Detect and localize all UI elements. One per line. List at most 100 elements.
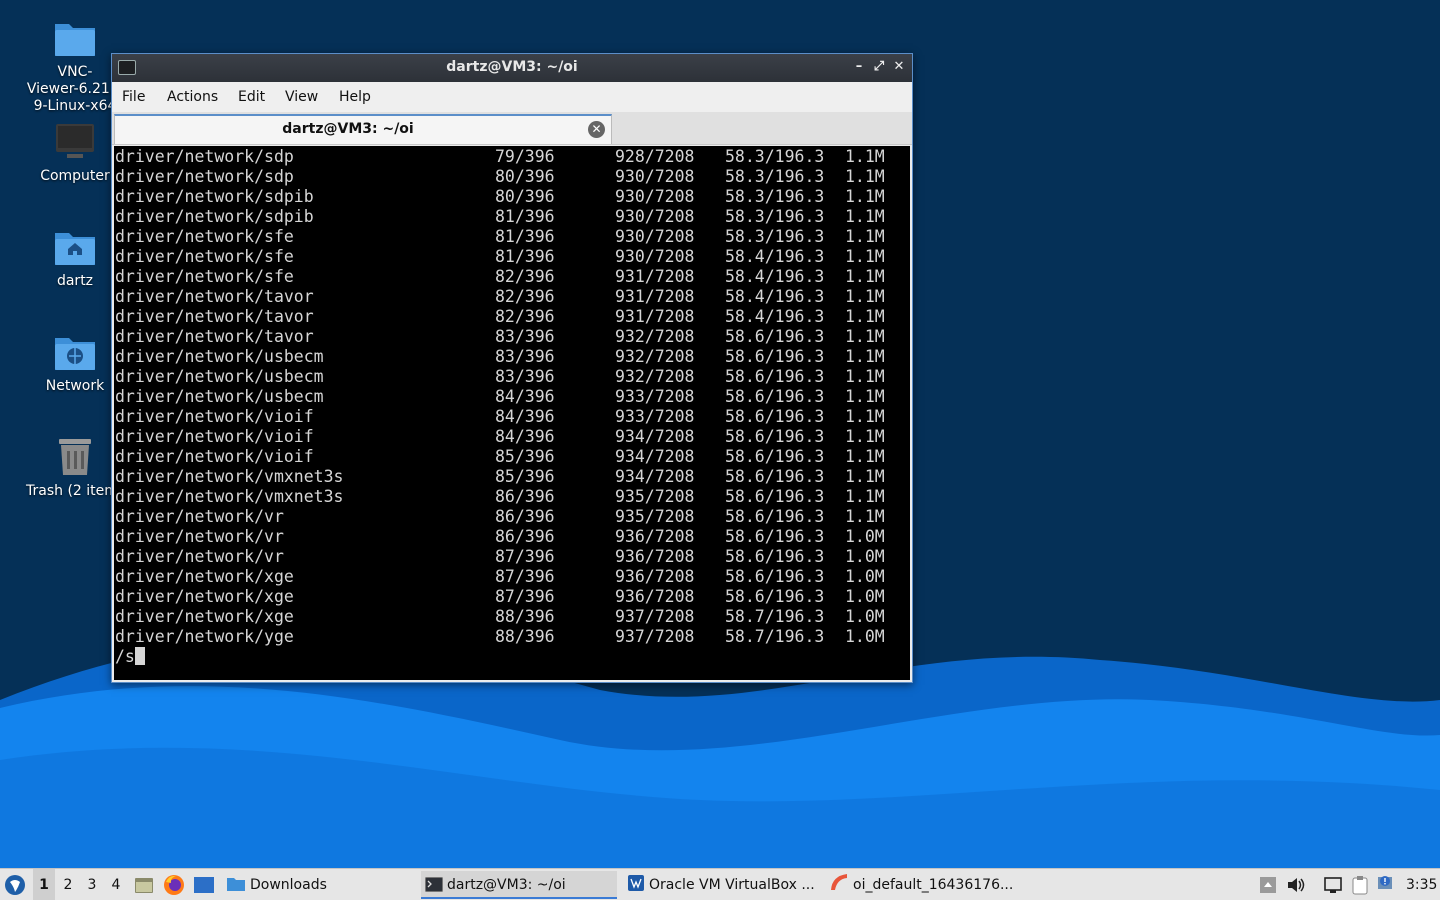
row-size: 58.6/196.3: [725, 347, 825, 366]
maximize-button[interactable]: ⤢: [870, 58, 888, 76]
task-label: Oracle VM VirtualBox ...: [649, 877, 815, 893]
row-progress: 84/396: [495, 427, 555, 446]
row-path: driver/network/yge: [115, 627, 294, 646]
tab-terminal[interactable]: dartz@VM3: ~/oi ✕: [114, 114, 612, 144]
row-path: driver/network/tavor: [115, 307, 314, 326]
row-path: driver/network/usbecm: [115, 387, 324, 406]
task-terminal[interactable]: dartz@VM3: ~/oi: [421, 871, 617, 899]
tab-close-icon[interactable]: ✕: [588, 121, 605, 138]
row-progress: 84/396: [495, 387, 555, 406]
app-menu-icon[interactable]: [4, 874, 26, 896]
row-progress: 82/396: [495, 307, 555, 326]
row-progress: 85/396: [495, 447, 555, 466]
row-progress: 84/396: [495, 407, 555, 426]
terminal-line: driver/network/sfe 82/396 931/7208 58.4/196…: [114, 267, 910, 287]
terminal-line: driver/network/vioif 85/396 934/7208 58.6/1…: [114, 447, 910, 467]
workspace-3[interactable]: 3: [81, 869, 103, 900]
show-desktop-icon[interactable]: [193, 876, 215, 894]
row-progress: 87/396: [495, 547, 555, 566]
menu-help[interactable]: Help: [339, 89, 371, 105]
row-progress: 86/396: [495, 527, 555, 546]
row-size: 58.6/196.3: [725, 407, 825, 426]
row-files: 932/7208: [615, 367, 695, 386]
terminal-prompt[interactable]: /s: [114, 647, 910, 667]
row-files: 934/7208: [615, 427, 695, 446]
menu-actions[interactable]: Actions: [167, 89, 218, 105]
row-path: driver/network/vioif: [115, 407, 314, 426]
terminal-line: driver/network/sdpib 80/396 930/7208 58.3/1…: [114, 187, 910, 207]
row-files: 937/7208: [615, 607, 695, 626]
terminal-line: driver/network/tavor 82/396 931/7208 58.4/1…: [114, 307, 910, 327]
task-downloads[interactable]: Downloads: [222, 871, 417, 899]
workspace-2[interactable]: 2: [57, 869, 79, 900]
row-progress: 81/396: [495, 207, 555, 226]
network-status-icon[interactable]: [1323, 876, 1343, 894]
row-path: driver/network/sdpib: [115, 187, 314, 206]
menu-bar: File Actions Edit View Help: [112, 82, 912, 112]
row-files: 937/7208: [615, 627, 695, 646]
row-progress: 82/396: [495, 267, 555, 286]
window-titlebar[interactable]: dartz@VM3: ~/oi – ⤢ ✕: [112, 54, 912, 82]
task-label: Downloads: [250, 877, 327, 893]
terminal-line: driver/network/sdpib 81/396 930/7208 58.3/1…: [114, 207, 910, 227]
row-rate: 1.0M: [845, 527, 885, 546]
row-rate: 1.1M: [845, 467, 885, 486]
terminal-line: driver/network/vmxnet3s 85/396 934/7208 58.…: [114, 467, 910, 487]
row-rate: 1.1M: [845, 307, 885, 326]
terminal-line: driver/network/usbecm 83/396 932/7208 58.6/…: [114, 367, 910, 387]
clipboard-icon[interactable]: [1350, 875, 1370, 895]
row-files: 932/7208: [615, 347, 695, 366]
row-size: 58.3/196.3: [725, 227, 825, 246]
application-icon: [831, 874, 847, 890]
terminal-window[interactable]: dartz@VM3: ~/oi – ⤢ ✕ File Actions Edit …: [111, 53, 913, 683]
terminal-output[interactable]: driver/network/sdp 79/396 928/7208 58.3/196…: [114, 146, 910, 680]
menu-edit[interactable]: Edit: [238, 89, 265, 105]
row-size: 58.4/196.3: [725, 267, 825, 286]
clock[interactable]: 3:35: [1406, 869, 1437, 900]
row-progress: 85/396: [495, 467, 555, 486]
row-path: driver/network/usbecm: [115, 347, 324, 366]
row-size: 58.4/196.3: [725, 287, 825, 306]
row-files: 934/7208: [615, 467, 695, 486]
row-rate: 1.1M: [845, 287, 885, 306]
row-size: 58.3/196.3: [725, 167, 825, 186]
terminal-line: driver/network/vioif 84/396 934/7208 58.6/1…: [114, 427, 910, 447]
terminal-line: driver/network/tavor 82/396 931/7208 58.4/1…: [114, 287, 910, 307]
workspace-4[interactable]: 4: [105, 869, 127, 900]
terminal-line: driver/network/vr 86/396 936/7208 58.6/196.…: [114, 527, 910, 547]
notification-icon[interactable]: [1377, 873, 1397, 893]
row-size: 58.6/196.3: [725, 527, 825, 546]
row-rate: 1.0M: [845, 587, 885, 606]
row-path: driver/network/tavor: [115, 327, 314, 346]
terminal-line: driver/network/vr 87/396 936/7208 58.6/196.…: [114, 547, 910, 567]
row-size: 58.6/196.3: [725, 427, 825, 446]
volume-icon[interactable]: [1286, 876, 1306, 894]
row-progress: 83/396: [495, 347, 555, 366]
row-progress: 81/396: [495, 227, 555, 246]
row-rate: 1.1M: [845, 367, 885, 386]
prompt-text: /s: [115, 647, 135, 666]
row-path: driver/network/vr: [115, 527, 284, 546]
row-progress: 88/396: [495, 627, 555, 646]
row-size: 58.6/196.3: [725, 327, 825, 346]
eject-icon[interactable]: [1259, 876, 1277, 894]
row-files: 930/7208: [615, 227, 695, 246]
task-oi-default[interactable]: oi_default_16436176...: [825, 871, 1021, 899]
menu-view[interactable]: View: [285, 89, 318, 105]
row-progress: 81/396: [495, 247, 555, 266]
workspace-1[interactable]: 1: [33, 869, 55, 900]
row-path: driver/network/sdp: [115, 147, 294, 166]
minimize-button[interactable]: –: [850, 58, 868, 76]
row-progress: 80/396: [495, 187, 555, 206]
file-manager-icon[interactable]: [134, 876, 154, 894]
terminal-line: driver/network/sdp 79/396 928/7208 58.3/196…: [114, 147, 910, 167]
menu-file[interactable]: File: [122, 89, 145, 105]
close-button[interactable]: ✕: [890, 58, 908, 76]
row-files: 930/7208: [615, 247, 695, 266]
row-progress: 86/396: [495, 487, 555, 506]
firefox-icon[interactable]: [163, 874, 185, 896]
terminal-line: driver/network/vr 86/396 935/7208 58.6/196.…: [114, 507, 910, 527]
row-path: driver/network/vmxnet3s: [115, 487, 344, 506]
row-files: 935/7208: [615, 507, 695, 526]
task-virtualbox[interactable]: Oracle VM VirtualBox ...: [623, 871, 819, 899]
